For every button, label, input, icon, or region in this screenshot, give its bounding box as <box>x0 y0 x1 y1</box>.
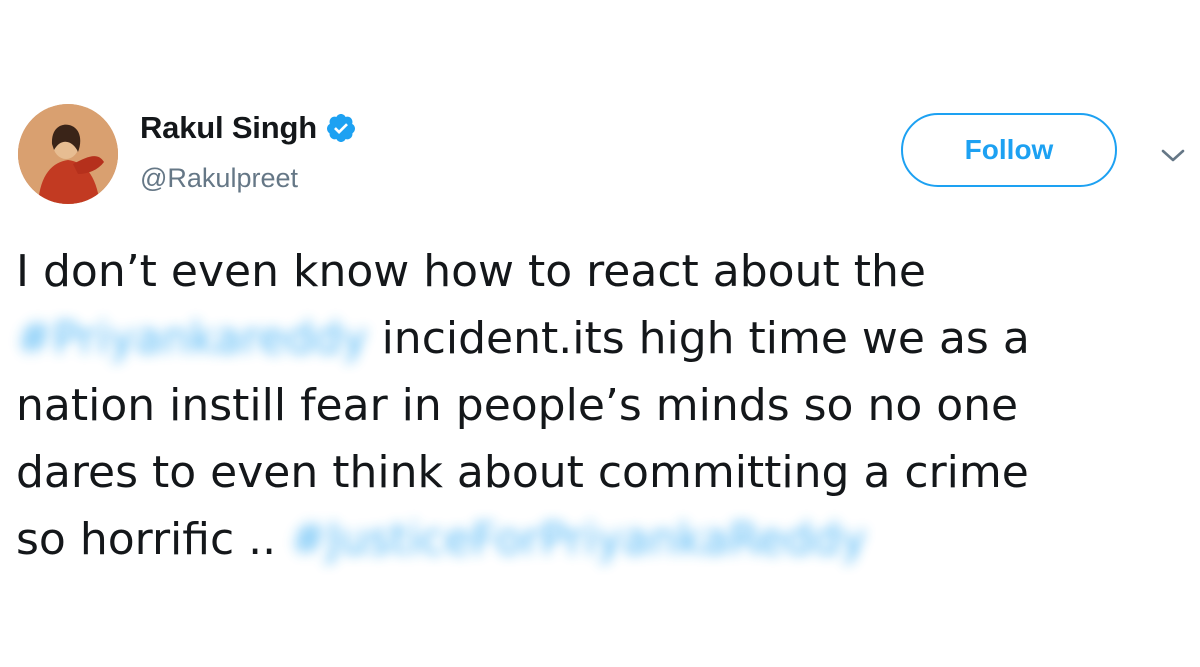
verified-badge-icon <box>325 112 357 144</box>
tweet-line-4: dares to even think about committing a c… <box>16 447 1029 498</box>
avatar[interactable] <box>18 104 118 204</box>
tweet-line-5-text: so horrific .. <box>16 514 291 565</box>
tweet-line-5: so horrific .. #JusticeForPriyankaReddy <box>16 506 1196 573</box>
chevron-down-icon[interactable] <box>1160 146 1186 166</box>
tweet-text: I don’t even know how to react about the… <box>16 238 1196 573</box>
tweet-line-3: nation instill fear in people’s minds so… <box>16 380 1019 431</box>
tweet-line-1: I don’t even know how to react about the <box>16 246 926 297</box>
follow-button[interactable]: Follow <box>901 113 1117 187</box>
tweet-line-2-text: incident.its high time we as a <box>367 313 1030 364</box>
tweet-card: Rakul Singh @Rakulpreet Follow I don’t e… <box>0 0 1200 667</box>
hashtag-link[interactable]: #JusticeForPriyankaReddy <box>290 514 866 565</box>
tweet-line-2: #Priyankareddy incident.its high time we… <box>16 305 1196 372</box>
display-name[interactable]: Rakul Singh <box>140 110 317 146</box>
user-handle[interactable]: @Rakulpreet <box>140 163 298 194</box>
hashtag-link[interactable]: #Priyankareddy <box>16 313 368 364</box>
name-row: Rakul Singh <box>140 110 357 146</box>
